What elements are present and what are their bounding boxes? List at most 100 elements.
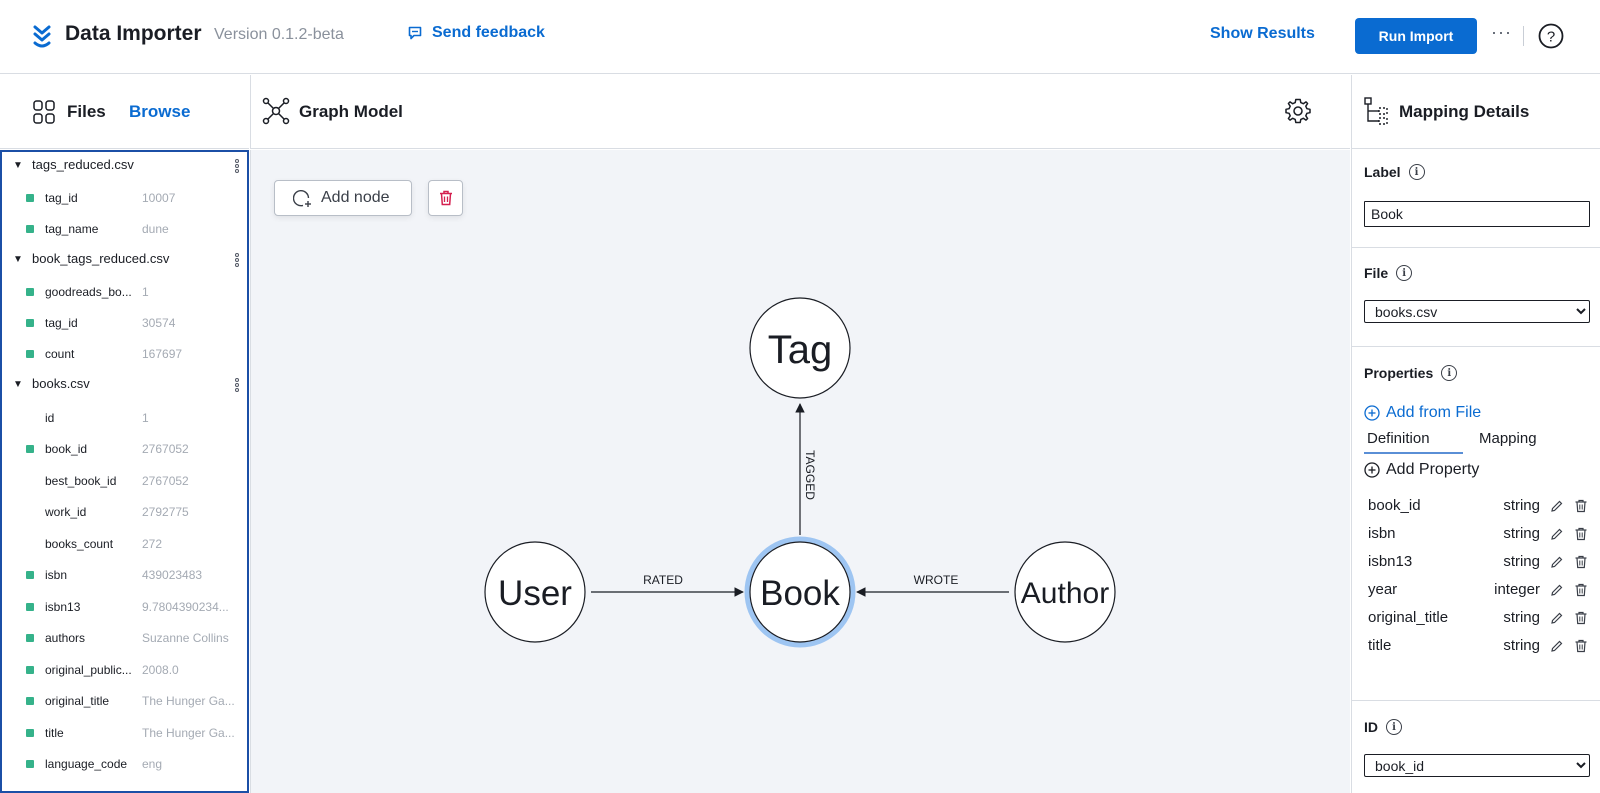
info-icon[interactable]: i (1386, 719, 1402, 735)
field-row[interactable]: book_id 2767052 (2, 434, 247, 464)
node-user[interactable]: User (484, 541, 586, 643)
property-name: year (1368, 581, 1398, 598)
graph-model-title: Graph Model (299, 102, 403, 121)
more-options-button[interactable]: ··· (1491, 22, 1512, 43)
field-row[interactable]: isbn 439023483 (2, 560, 247, 590)
property-type[interactable]: string (1503, 609, 1540, 626)
header-divider (1523, 26, 1524, 46)
field-row[interactable]: tag_id 30574 (2, 308, 247, 338)
mapping-details-panel: Mapping Details Label i File i books.csv… (1351, 75, 1600, 793)
graph-model-diagram[interactable]: TAGGED RATED WROTE Tag User Book Author (250, 150, 1350, 793)
field-row[interactable]: goodreads_bo... 1 (2, 277, 247, 307)
node-author[interactable]: Author (1014, 541, 1116, 643)
plus-circle-icon (1364, 405, 1380, 421)
collapse-caret-icon[interactable]: ▼ (13, 160, 23, 171)
pencil-icon[interactable] (1550, 639, 1564, 653)
property-type[interactable]: string (1503, 637, 1540, 654)
file-section-title: File (1364, 265, 1389, 281)
trash-icon[interactable] (1574, 527, 1588, 541)
property-type[interactable]: string (1503, 497, 1540, 514)
property-type[interactable]: string (1503, 525, 1540, 542)
node-tag[interactable]: Tag (749, 297, 851, 399)
field-row[interactable]: books_count 272 (2, 529, 247, 559)
field-sample: 10007 (142, 191, 176, 205)
label-input[interactable] (1364, 201, 1590, 227)
field-sample: The Hunger Ga... (142, 694, 235, 708)
file-row-book-tags-reduced[interactable]: ▼ book_tags_reduced.csv (2, 246, 247, 276)
file-select[interactable]: books.csv (1364, 300, 1590, 323)
file-row-books[interactable]: ▼ books.csv (2, 371, 247, 401)
file-menu-icon[interactable] (235, 159, 239, 173)
info-icon[interactable]: i (1441, 365, 1458, 381)
property-name: book_id (1368, 497, 1421, 514)
send-feedback-link[interactable]: Send feedback (408, 24, 545, 42)
node-book-selected[interactable]: Book (744, 536, 856, 648)
field-name: goodreads_bo... (45, 285, 132, 299)
files-tab[interactable]: Files (67, 102, 106, 122)
section-divider (1352, 346, 1600, 347)
field-sample: 2767052 (142, 474, 189, 488)
field-sample: 439023483 (142, 568, 203, 582)
field-row[interactable]: original_public... 2008.0 (2, 655, 247, 685)
field-row[interactable]: isbn13 9.7804390234... (2, 592, 247, 622)
trash-icon[interactable] (1574, 499, 1588, 513)
mapped-indicator (26, 319, 34, 327)
mapped-indicator (26, 445, 34, 453)
pencil-icon[interactable] (1550, 555, 1564, 569)
pencil-icon[interactable] (1550, 499, 1564, 513)
field-row[interactable]: language_code eng (2, 749, 247, 779)
tab-definition[interactable]: Definition (1364, 428, 1463, 454)
send-feedback-label: Send feedback (432, 24, 545, 41)
field-row[interactable]: id 1 (2, 403, 247, 433)
file-section-heading: File i (1364, 265, 1413, 281)
field-row[interactable]: count 167697 (2, 339, 247, 369)
info-icon[interactable]: i (1396, 265, 1413, 281)
add-from-file-button[interactable]: Add from File (1364, 404, 1481, 422)
tab-mapping[interactable]: Mapping (1479, 430, 1537, 447)
field-name: original_public... (45, 663, 132, 677)
id-select[interactable]: book_id (1364, 754, 1590, 777)
pencil-icon[interactable] (1550, 611, 1564, 625)
add-node-button[interactable]: Add node (274, 180, 412, 216)
collapse-caret-icon[interactable]: ▼ (13, 254, 23, 265)
field-name: title (45, 726, 64, 740)
field-row[interactable]: authors Suzanne Collins (2, 623, 247, 653)
help-icon[interactable]: ? (1538, 23, 1564, 49)
pencil-icon[interactable] (1550, 583, 1564, 597)
field-row[interactable]: title The Hunger Ga... (2, 718, 247, 748)
show-results-button[interactable]: Show Results (1210, 25, 1315, 43)
id-section-heading: ID i (1364, 719, 1402, 735)
file-menu-icon[interactable] (235, 378, 239, 392)
property-name: title (1368, 637, 1392, 654)
trash-icon[interactable] (1574, 611, 1588, 625)
mapping-details-title: Mapping Details (1399, 102, 1530, 121)
delete-selection-button[interactable] (428, 180, 463, 216)
field-row[interactable]: work_id 2792775 (2, 497, 247, 527)
field-name: tag_id (45, 191, 78, 205)
trash-icon[interactable] (1574, 555, 1588, 569)
file-row-tags-reduced[interactable]: ▼ tags_reduced.csv (2, 152, 247, 182)
field-row[interactable]: tag_id 10007 (2, 183, 247, 213)
add-property-button[interactable]: Add Property (1364, 461, 1479, 479)
property-name: original_title (1368, 609, 1449, 626)
field-name: books_count (45, 537, 114, 551)
info-icon[interactable]: i (1408, 164, 1425, 180)
collapse-caret-icon[interactable]: ▼ (13, 379, 23, 390)
property-row: book_id string (1368, 495, 1592, 519)
trash-icon[interactable] (1574, 583, 1588, 597)
field-sample: 2008.0 (142, 663, 179, 677)
field-row[interactable]: tag_name dune (2, 214, 247, 244)
property-type[interactable]: string (1503, 553, 1540, 570)
gear-icon[interactable] (1284, 97, 1312, 125)
file-menu-icon[interactable] (235, 253, 239, 267)
trash-icon[interactable] (1574, 639, 1588, 653)
field-row[interactable]: best_book_id 2767052 (2, 466, 247, 496)
pencil-icon[interactable] (1550, 527, 1564, 541)
property-row: year integer (1368, 579, 1592, 603)
run-import-button[interactable]: Run Import (1355, 18, 1477, 54)
files-icon (33, 100, 55, 124)
browse-button[interactable]: Browse (129, 102, 190, 122)
property-type[interactable]: integer (1494, 581, 1540, 598)
field-row[interactable]: original_title The Hunger Ga... (2, 686, 247, 716)
file-name: books.csv (32, 376, 90, 391)
